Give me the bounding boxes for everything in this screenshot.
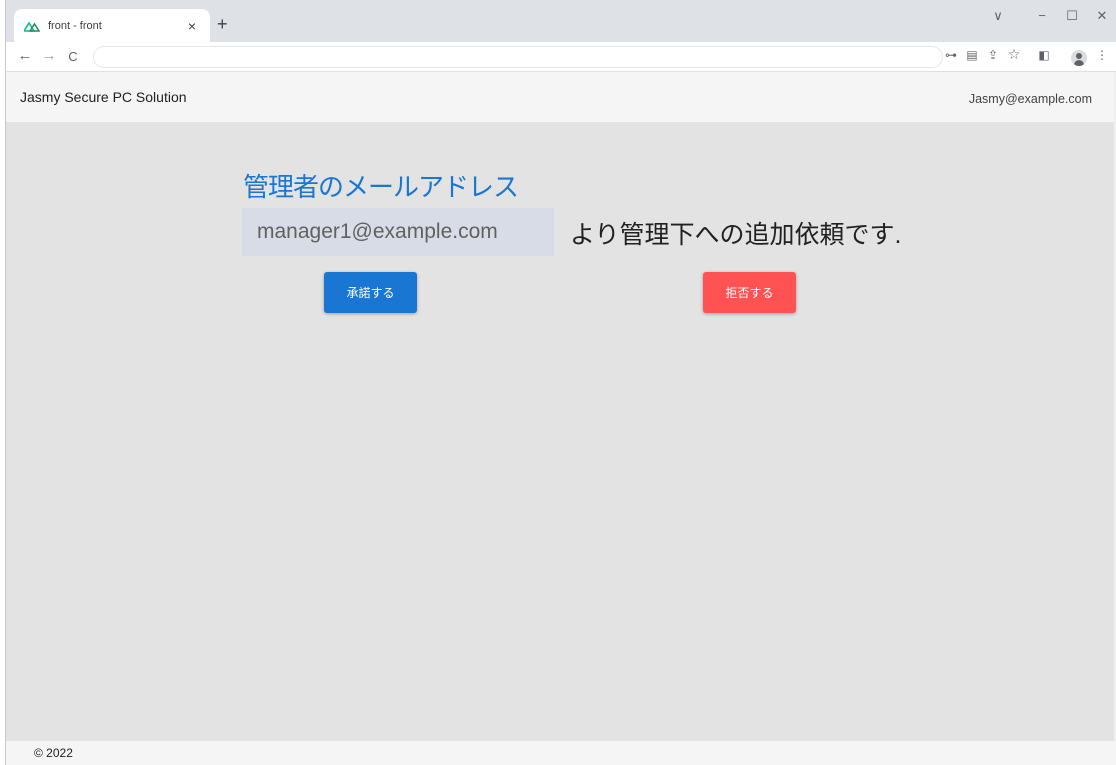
menu-icon[interactable]: ⋮ [1094, 48, 1110, 62]
manager-email-field: manager1@example.com [242, 208, 554, 256]
close-window-button[interactable]: ✕ [1092, 8, 1112, 24]
forward-button[interactable]: → [40, 47, 58, 64]
tab-title: front - front [48, 19, 102, 32]
browser-toolbar: ← → C ⊶ ▤ ⇪ ☆ ◧ ⋮ [6, 42, 1116, 72]
request-message: より管理下への追加依頼です. [570, 221, 902, 249]
key-icon[interactable]: ⊶ [943, 48, 959, 62]
tab-strip: front - front × + ∨ − ☐ ✕ [6, 0, 1116, 42]
copyright-text: © 2022 [34, 746, 73, 760]
app-bar: Jasmy Secure PC Solution Jasmy@example.c… [6, 72, 1116, 122]
minimize-button[interactable]: − [1032, 8, 1052, 23]
reload-button[interactable]: C [64, 49, 82, 64]
maximize-button[interactable]: ☐ [1062, 8, 1082, 24]
page-heading: 管理者のメールアドレス [243, 173, 519, 203]
nuxt-logo-icon [24, 20, 40, 32]
main-content: 管理者のメールアドレス manager1@example.com より管理下への… [6, 122, 1116, 741]
side-panel-icon[interactable]: ◧ [1036, 48, 1052, 62]
share-icon[interactable]: ⇪ [985, 48, 1001, 62]
tab-close-icon[interactable]: × [184, 18, 200, 34]
user-email: Jasmy@example.com [968, 92, 1092, 106]
footer: © 2022 [6, 741, 1116, 765]
address-bar[interactable] [93, 46, 943, 68]
approve-button[interactable]: 承諾する [324, 272, 417, 313]
profile-icon[interactable] [1071, 50, 1087, 66]
browser-window: front - front × + ∨ − ☐ ✕ ← → C ⊶ ▤ ⇪ ☆ … [5, 0, 1116, 765]
new-tab-button[interactable]: + [217, 14, 228, 35]
translate-icon[interactable]: ▤ [964, 48, 980, 62]
tab-search-dropdown-icon[interactable]: ∨ [988, 8, 1008, 24]
reject-button[interactable]: 拒否する [703, 272, 796, 313]
star-icon[interactable]: ☆ [1006, 46, 1022, 63]
app-title: Jasmy Secure PC Solution [20, 89, 187, 105]
browser-tab[interactable]: front - front × [14, 9, 210, 42]
back-button[interactable]: ← [16, 47, 34, 64]
